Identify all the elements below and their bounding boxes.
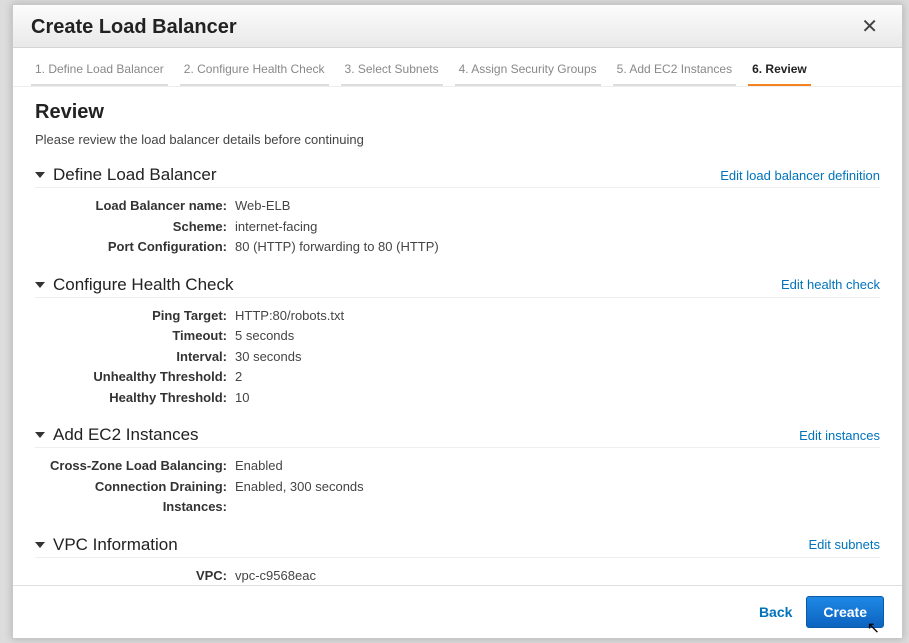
kv-label: VPC: xyxy=(35,566,235,586)
section-header[interactable]: Define Load Balancer Edit load balancer … xyxy=(35,165,880,188)
kv-row: Cross-Zone Load Balancing: Enabled xyxy=(35,456,880,476)
section-vpc-information: VPC Information Edit subnets VPC: vpc-c9… xyxy=(35,535,880,586)
kv-label: Cross-Zone Load Balancing: xyxy=(35,456,235,476)
kv-row: Interval: 30 seconds xyxy=(35,347,880,367)
kv-row: Port Configuration: 80 (HTTP) forwarding… xyxy=(35,237,880,257)
kv-row: Ping Target: HTTP:80/robots.txt xyxy=(35,306,880,326)
kv-value: Web-ELB xyxy=(235,196,880,216)
section-configure-health-check: Configure Health Check Edit health check… xyxy=(35,275,880,408)
kv-row: Timeout: 5 seconds xyxy=(35,326,880,346)
kv-value: 30 seconds xyxy=(235,347,880,367)
section-header[interactable]: VPC Information Edit subnets xyxy=(35,535,880,558)
kv-label: Instances: xyxy=(35,497,235,517)
kv-label: Connection Draining: xyxy=(35,477,235,497)
kv-row: Instances: xyxy=(35,497,880,517)
create-button[interactable]: Create xyxy=(806,596,884,628)
step-assign-security-groups[interactable]: 4. Assign Security Groups xyxy=(455,56,601,86)
step-add-ec2-instances[interactable]: 5. Add EC2 Instances xyxy=(613,56,736,86)
close-icon[interactable]: ✕ xyxy=(855,15,884,39)
section-define-load-balancer: Define Load Balancer Edit load balancer … xyxy=(35,165,880,257)
kv-label: Unhealthy Threshold: xyxy=(35,367,235,387)
kv-label: Load Balancer name: xyxy=(35,196,235,216)
wizard-steps: 1. Define Load Balancer 2. Configure Hea… xyxy=(13,48,902,87)
review-content: Review Please review the load balancer d… xyxy=(13,87,902,585)
section-header[interactable]: Configure Health Check Edit health check xyxy=(35,275,880,298)
kv-label: Interval: xyxy=(35,347,235,367)
section-title: Define Load Balancer xyxy=(53,165,720,185)
caret-down-icon xyxy=(35,172,45,178)
kv-value: 10 xyxy=(235,388,880,408)
section-title: Add EC2 Instances xyxy=(53,425,799,445)
modal-footer: Back Create ↖ xyxy=(13,585,902,638)
page-description: Please review the load balancer details … xyxy=(35,132,880,147)
kv-value: Enabled, 300 seconds xyxy=(235,477,880,497)
kv-label: Ping Target: xyxy=(35,306,235,326)
edit-subnets-link[interactable]: Edit subnets xyxy=(808,537,880,552)
kv-label: Port Configuration: xyxy=(35,237,235,257)
kv-value: 5 seconds xyxy=(235,326,880,346)
caret-down-icon xyxy=(35,432,45,438)
section-title: Configure Health Check xyxy=(53,275,781,295)
kv-value: internet-facing xyxy=(235,217,880,237)
caret-down-icon xyxy=(35,542,45,548)
step-select-subnets[interactable]: 3. Select Subnets xyxy=(341,56,443,86)
kv-value xyxy=(235,497,880,517)
modal-create-load-balancer: Create Load Balancer ✕ 1. Define Load Ba… xyxy=(12,4,903,639)
kv-row: Load Balancer name: Web-ELB xyxy=(35,196,880,216)
kv-row: Connection Draining: Enabled, 300 second… xyxy=(35,477,880,497)
step-configure-health-check[interactable]: 2. Configure Health Check xyxy=(180,56,329,86)
kv-label: Scheme: xyxy=(35,217,235,237)
page-title: Review xyxy=(35,101,880,124)
kv-value: 80 (HTTP) forwarding to 80 (HTTP) xyxy=(235,237,880,257)
edit-health-check-link[interactable]: Edit health check xyxy=(781,277,880,292)
modal-title: Create Load Balancer xyxy=(31,16,237,39)
kv-value: 2 xyxy=(235,367,880,387)
kv-row: Unhealthy Threshold: 2 xyxy=(35,367,880,387)
step-review[interactable]: 6. Review xyxy=(748,56,811,86)
kv-row: Healthy Threshold: 10 xyxy=(35,388,880,408)
edit-instances-link[interactable]: Edit instances xyxy=(799,428,880,443)
caret-down-icon xyxy=(35,282,45,288)
kv-value: HTTP:80/robots.txt xyxy=(235,306,880,326)
section-header[interactable]: Add EC2 Instances Edit instances xyxy=(35,425,880,448)
step-define-load-balancer[interactable]: 1. Define Load Balancer xyxy=(31,56,168,86)
kv-label: Healthy Threshold: xyxy=(35,388,235,408)
section-add-ec2-instances: Add EC2 Instances Edit instances Cross-Z… xyxy=(35,425,880,517)
modal-header: Create Load Balancer ✕ xyxy=(13,5,902,48)
kv-row: Scheme: internet-facing xyxy=(35,217,880,237)
kv-value: vpc-c9568eac xyxy=(235,566,880,586)
kv-row: VPC: vpc-c9568eac xyxy=(35,566,880,586)
kv-label: Timeout: xyxy=(35,326,235,346)
edit-load-balancer-definition-link[interactable]: Edit load balancer definition xyxy=(720,168,880,183)
section-title: VPC Information xyxy=(53,535,808,555)
kv-value: Enabled xyxy=(235,456,880,476)
back-button[interactable]: Back xyxy=(759,604,792,620)
